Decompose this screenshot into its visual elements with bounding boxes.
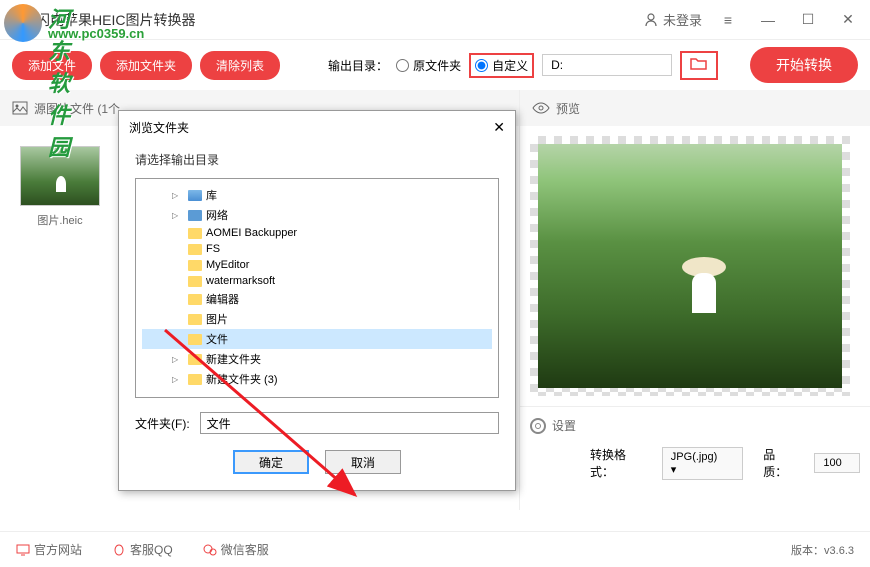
settings-area: 设置 转换格式： JPG(.jpg) ▾ 品质： 100 — [520, 406, 870, 490]
app-icon — [8, 10, 28, 30]
quality-label: 品质： — [763, 446, 794, 480]
thumbnail-filename: 图片.heic — [20, 212, 100, 228]
tree-item[interactable]: 文件 — [142, 329, 492, 349]
quality-input[interactable]: 100 — [814, 453, 860, 473]
folder-icon — [188, 190, 202, 201]
ok-button[interactable]: 确定 — [233, 450, 309, 474]
tree-item[interactable]: watermarksoft — [142, 273, 492, 289]
folder-icon — [188, 314, 202, 325]
output-path-input[interactable] — [542, 54, 672, 76]
gear-icon — [530, 418, 546, 434]
titlebar: 闪电苹果HEIC图片转换器 未登录 ≡ — ☐ ✕ — [0, 0, 870, 40]
wechat-icon — [203, 544, 217, 556]
version-label: 版本：v3.6.3 — [791, 542, 854, 558]
eye-icon — [532, 101, 550, 115]
wechat-support-link[interactable]: 微信客服 — [203, 541, 269, 558]
format-label: 转换格式： — [590, 446, 642, 480]
tree-item[interactable]: 图片 — [142, 309, 492, 329]
dialog-close-button[interactable]: ✕ — [493, 119, 505, 136]
folder-icon — [188, 228, 202, 239]
add-folder-button[interactable]: 添加文件夹 — [100, 51, 192, 80]
toolbar: 添加文件 添加文件夹 清除列表 输出目录： 原文件夹 自定义 开始转换 — [0, 40, 870, 90]
folder-icon — [188, 354, 202, 365]
folder-icon — [188, 334, 202, 345]
menu-button[interactable]: ≡ — [714, 6, 742, 34]
radio-custom-folder[interactable]: 自定义 — [469, 53, 534, 78]
official-website-link[interactable]: 官方网站 — [16, 541, 82, 558]
folder-icon — [188, 276, 202, 287]
qq-icon — [112, 543, 126, 557]
folder-tree[interactable]: ▷库▷网络AOMEI BackupperFSMyEditorwatermarks… — [135, 178, 499, 398]
add-file-button[interactable]: 添加文件 — [12, 51, 92, 80]
thumbnail-item[interactable]: 图片.heic — [20, 146, 100, 228]
preview-image — [530, 136, 850, 396]
tree-item[interactable]: ▷网络 — [142, 205, 492, 225]
format-select[interactable]: JPG(.jpg) ▾ — [662, 447, 744, 480]
output-label: 输出目录： — [328, 57, 388, 74]
folder-name-input[interactable] — [200, 412, 499, 434]
login-button[interactable]: 未登录 — [643, 10, 702, 29]
close-button[interactable]: ✕ — [834, 6, 862, 34]
app-title: 闪电苹果HEIC图片转换器 — [36, 10, 195, 30]
tree-item[interactable]: ▷新建文件夹 — [142, 349, 492, 369]
dialog-title: 浏览文件夹 — [129, 119, 189, 136]
cancel-button[interactable]: 取消 — [325, 450, 401, 474]
qq-support-link[interactable]: 客服QQ — [112, 541, 173, 558]
thumbnail-image — [20, 146, 100, 206]
preview-panel-header: 预览 — [520, 90, 870, 126]
maximize-button[interactable]: ☐ — [794, 6, 822, 34]
image-icon — [12, 101, 28, 115]
dialog-instruction: 请选择输出目录 — [135, 151, 499, 168]
folder-icon — [188, 294, 202, 305]
radio-original-input[interactable] — [396, 59, 409, 72]
minimize-button[interactable]: — — [754, 6, 782, 34]
start-convert-button[interactable]: 开始转换 — [750, 47, 858, 83]
tree-item[interactable]: 编辑器 — [142, 289, 492, 309]
radio-original-folder[interactable]: 原文件夹 — [396, 57, 461, 74]
tree-item[interactable]: ▷新建文件夹 (3) — [142, 369, 492, 389]
user-icon — [643, 12, 659, 28]
tree-item[interactable]: AOMEI Backupper — [142, 225, 492, 241]
folder-icon — [188, 374, 202, 385]
folder-open-icon — [690, 57, 708, 71]
monitor-icon — [16, 544, 30, 556]
folder-icon — [188, 260, 202, 271]
radio-custom-input[interactable] — [475, 59, 488, 72]
footer: 官方网站 客服QQ 微信客服 版本：v3.6.3 — [0, 531, 870, 567]
tree-item[interactable]: MyEditor — [142, 257, 492, 273]
browse-folder-dialog: 浏览文件夹 ✕ 请选择输出目录 ▷库▷网络AOMEI BackupperFSMy… — [118, 110, 516, 491]
folder-icon — [188, 210, 202, 221]
folder-icon — [188, 244, 202, 255]
tree-item[interactable]: FS — [142, 241, 492, 257]
tree-item[interactable]: ▷库 — [142, 185, 492, 205]
clear-list-button[interactable]: 清除列表 — [200, 51, 280, 80]
preview-panel: 预览 设置 转换格式： JPG(.jpg) ▾ 品质： 100 — [520, 90, 870, 510]
login-label: 未登录 — [663, 10, 702, 29]
folder-input-label: 文件夹(F): — [135, 415, 190, 432]
browse-folder-button[interactable] — [680, 51, 718, 80]
